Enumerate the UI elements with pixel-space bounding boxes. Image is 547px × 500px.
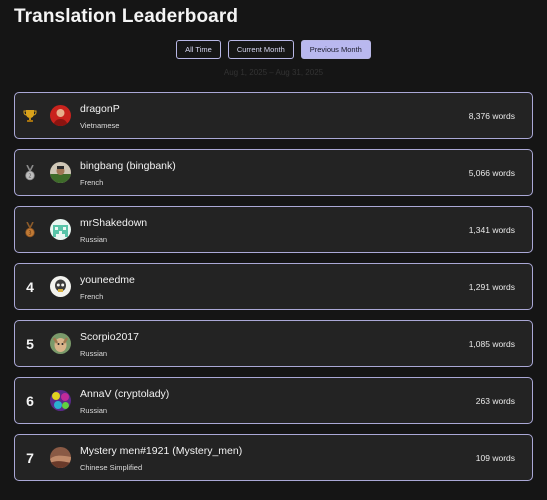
word-count: 109 words [475,453,515,463]
user-avatar [50,162,71,183]
leaderboard-row-3[interactable]: 3 mrShakedown Russian 1,341 words [14,206,533,253]
language-label: French [80,178,104,187]
language-label: Chinese Simplified [80,463,143,472]
filter-all-time-button[interactable]: All Time [176,40,221,59]
word-count: 1,341 words [468,225,515,235]
username: Scorpio2017 [80,331,139,343]
rank-number: 6 [26,392,34,409]
period-filter-group: All Time Current Month Previous Month [0,40,547,59]
date-range: Aug 1, 2025 – Aug 31, 2025 [223,68,324,77]
leaderboard-row-6[interactable]: 6 AnnaV (cryptolady) Russian 263 words [14,377,533,424]
word-count: 1,085 words [468,339,515,349]
trophy-icon [15,93,45,138]
leaderboard-row-2[interactable]: 2 bingbang (bingbank) French 5,066 words [14,149,533,196]
leaderboard-row-4[interactable]: 4 youneedme French 1,291 words [14,263,533,310]
leaderboard-row-7[interactable]: 7 Mystery men#1921 (Mystery_men) Chinese… [14,434,533,481]
username: mrShakedown [80,217,148,229]
leaderboard-list: dragonP Vietnamese 8,376 words 2 bingban… [14,92,533,491]
word-count: 1,291 words [468,282,515,292]
svg-text:3: 3 [28,230,31,236]
page-title: Translation Leaderboard [14,6,239,27]
language-label: French [80,292,104,301]
svg-text:2: 2 [28,173,31,179]
word-count: 8,376 words [468,111,515,121]
filter-previous-month-button[interactable]: Previous Month [300,40,371,59]
user-avatar [50,219,71,240]
language-label: Russian [80,235,108,244]
language-label: Russian [80,349,108,358]
word-count: 5,066 words [468,168,515,178]
filter-current-month-button[interactable]: Current Month [227,40,294,59]
username: youneedme [80,274,135,286]
user-avatar [50,276,71,297]
username: bingbang (bingbank) [80,160,176,172]
user-avatar [50,390,71,411]
rank-number: 4 [26,278,34,295]
rank-number: 5 [26,335,34,352]
bronze-medal-icon: 3 [15,207,45,252]
user-avatar [50,105,71,126]
language-label: Russian [80,406,108,415]
user-avatar [50,333,71,354]
leaderboard-row-5[interactable]: 5 Scorpio2017 Russian 1,085 words [14,320,533,367]
user-avatar [50,447,71,468]
word-count: 263 words [475,396,515,406]
silver-medal-icon: 2 [15,150,45,195]
username: AnnaV (cryptolady) [80,388,170,400]
leaderboard-row-1[interactable]: dragonP Vietnamese 8,376 words [14,92,533,139]
language-label: Vietnamese [80,121,120,130]
username: dragonP [80,103,120,115]
rank-number: 7 [26,449,34,466]
username: Mystery men#1921 (Mystery_men) [80,445,243,457]
